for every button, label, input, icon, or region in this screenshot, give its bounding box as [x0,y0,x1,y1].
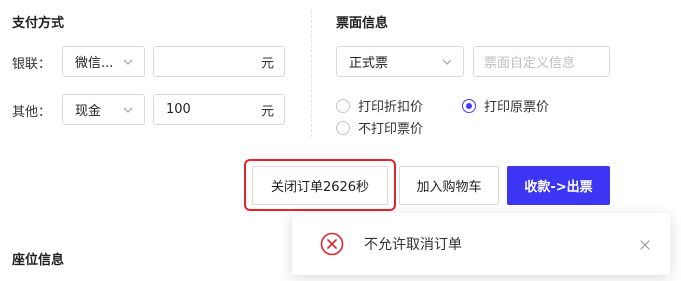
chevron-down-icon [118,95,138,124]
radio-label: 打印原票价 [484,100,550,115]
close-icon[interactable] [638,237,652,251]
unionpay-method-value: 微信... [75,56,114,71]
radio-circle [336,120,350,135]
unionpay-method-select[interactable]: 微信... [62,46,145,77]
payment-section-title: 支付方式 [12,16,65,31]
radio-label: 不打印票价 [358,122,424,137]
other-method-value: 现金 [75,104,102,119]
other-method-select[interactable]: 现金 [62,94,145,125]
other-amount-input[interactable]: 100 元 [153,94,285,125]
other-label: 其他： [12,105,52,120]
ticket-type-value: 正式票 [349,56,389,71]
unionpay-label: 银联： [12,57,52,72]
radio-print-discount[interactable]: 打印折扣价 [336,96,423,115]
radio-print-original[interactable]: 打印原票价 [462,96,549,115]
ticket-type-select[interactable]: 正式票 [336,46,464,77]
radio-circle [336,98,350,113]
section-divider [311,10,312,137]
radio-circle [462,98,476,113]
unionpay-unit: 元 [260,56,274,71]
error-toast: 不允许取消订单 [292,213,670,275]
chevron-down-icon [118,47,138,76]
error-circle-icon [320,232,344,256]
chevron-down-icon [437,47,457,76]
close-order-button[interactable]: 关闭订单2626秒 [252,166,388,205]
radio-no-price[interactable]: 不打印票价 [336,118,423,137]
add-to-cart-button[interactable]: 加入购物车 [399,166,499,205]
ticket-section-title: 票面信息 [336,16,389,31]
custom-ticket-info-input[interactable]: 票面自定义信息 [473,46,610,77]
unionpay-amount-input[interactable]: 元 [153,46,285,77]
custom-ticket-info-placeholder: 票面自定义信息 [484,56,576,71]
other-amount-value: 100 [166,102,191,117]
checkout-issue-button[interactable]: 收款->出票 [507,166,610,205]
toast-message: 不允许取消订单 [364,237,462,253]
radio-label: 打印折扣价 [358,100,424,115]
other-unit: 元 [260,104,274,119]
seat-section-title: 座位信息 [12,253,65,268]
